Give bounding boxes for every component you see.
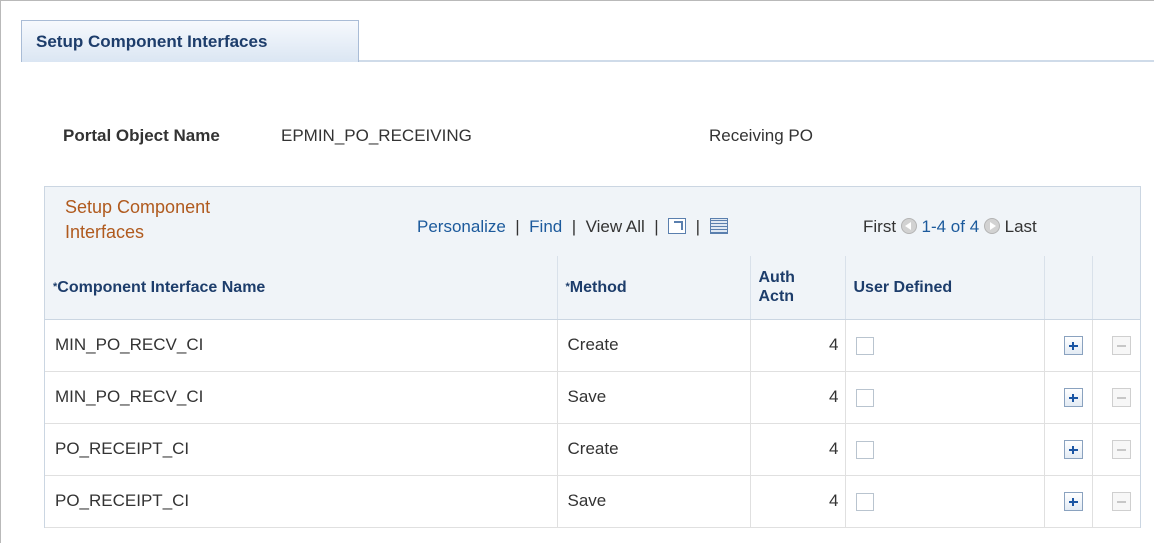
separator: |	[690, 217, 705, 236]
add-row-icon[interactable]	[1063, 388, 1083, 407]
grid-title: Setup Component Interfaces	[65, 197, 211, 242]
user-defined-cell	[845, 475, 1045, 528]
tab-setup-component-interfaces[interactable]: Setup Component Interfaces	[21, 20, 359, 62]
download-spreadsheet-icon[interactable]	[709, 218, 728, 234]
delete-row-icon[interactable]	[1111, 440, 1131, 459]
next-arrow-icon[interactable]	[983, 218, 1000, 234]
grid-pagination: First 1-4 of 4 Last	[863, 217, 1037, 237]
delete-cell	[1092, 319, 1140, 372]
table-row: PO_RECEIPT_CI Save 4	[45, 475, 1140, 528]
auth-actn-cell: 4	[750, 319, 846, 372]
find-link[interactable]: Find	[529, 217, 562, 236]
ci-name-cell: PO_RECEIPT_CI	[45, 423, 558, 476]
delete-row-icon[interactable]	[1111, 388, 1131, 407]
column-header-auth-actn[interactable]: Auth Actn	[750, 256, 846, 320]
user-defined-cell	[845, 319, 1045, 372]
add-cell	[1044, 319, 1093, 372]
auth-actn-cell: 4	[750, 475, 846, 528]
table-header-row: *Component Interface Name *Method Auth A…	[45, 256, 1140, 320]
delete-cell	[1092, 371, 1140, 424]
tab-underline	[359, 60, 1154, 62]
ci-name-cell: MIN_PO_RECV_CI	[45, 319, 558, 372]
component-interfaces-grid: Setup Component Interfaces Personalize |…	[44, 186, 1141, 528]
add-cell	[1044, 371, 1093, 424]
table-row: PO_RECEIPT_CI Create 4	[45, 423, 1140, 476]
tab-label: Setup Component Interfaces	[36, 32, 268, 51]
method-cell: Save	[557, 475, 751, 528]
method-cell: Create	[557, 423, 751, 476]
table-row: MIN_PO_RECV_CI Save 4	[45, 371, 1140, 424]
column-header-delete	[1092, 256, 1140, 320]
method-cell: Create	[557, 319, 751, 372]
delete-cell	[1092, 423, 1140, 476]
previous-arrow-icon[interactable]	[900, 218, 917, 234]
column-header-method[interactable]: *Method	[557, 256, 751, 320]
delete-cell	[1092, 475, 1140, 528]
method-cell: Save	[557, 371, 751, 424]
component-interfaces-table: *Component Interface Name *Method Auth A…	[45, 256, 1140, 528]
add-cell	[1044, 475, 1093, 528]
last-link[interactable]: Last	[1005, 217, 1037, 236]
separator: |	[649, 217, 664, 236]
delete-row-icon[interactable]	[1111, 336, 1131, 355]
portal-object-name-label: Portal Object Name	[63, 126, 220, 145]
ci-name-cell: MIN_PO_RECV_CI	[45, 371, 558, 424]
view-all-link[interactable]: View All	[586, 217, 645, 236]
first-link[interactable]: First	[863, 217, 896, 236]
column-header-add	[1044, 256, 1093, 320]
table-row: MIN_PO_RECV_CI Create 4	[45, 319, 1140, 372]
add-row-icon[interactable]	[1063, 440, 1083, 459]
user-defined-checkbox[interactable]	[855, 492, 874, 511]
add-row-icon[interactable]	[1063, 336, 1083, 355]
page-frame-left	[0, 0, 1, 543]
user-defined-checkbox[interactable]	[855, 440, 874, 459]
add-cell	[1044, 423, 1093, 476]
user-defined-checkbox[interactable]	[855, 336, 874, 355]
column-header-user-defined[interactable]: User Defined	[845, 256, 1045, 320]
portal-object-description: Receiving PO	[709, 126, 813, 145]
grid-toolbar: Setup Component Interfaces Personalize |…	[45, 187, 1140, 257]
user-defined-cell	[845, 423, 1045, 476]
row-range: 1-4 of 4	[921, 217, 980, 236]
separator: |	[566, 217, 581, 236]
column-header-ci-name[interactable]: *Component Interface Name	[45, 256, 558, 320]
grid-toolbar-links: Personalize | Find | View All | |	[417, 217, 728, 237]
auth-actn-cell: 4	[750, 423, 846, 476]
personalize-link[interactable]: Personalize	[417, 217, 506, 236]
zoom-grid-icon[interactable]	[668, 218, 687, 234]
add-row-icon[interactable]	[1063, 492, 1083, 511]
delete-row-icon[interactable]	[1111, 492, 1131, 511]
user-defined-checkbox[interactable]	[855, 388, 874, 407]
separator: |	[510, 217, 525, 236]
portal-object-name-value: EPMIN_PO_RECEIVING	[281, 126, 472, 145]
page-frame-top	[0, 0, 1154, 1]
auth-actn-cell: 4	[750, 371, 846, 424]
user-defined-cell	[845, 371, 1045, 424]
ci-name-cell: PO_RECEIPT_CI	[45, 475, 558, 528]
